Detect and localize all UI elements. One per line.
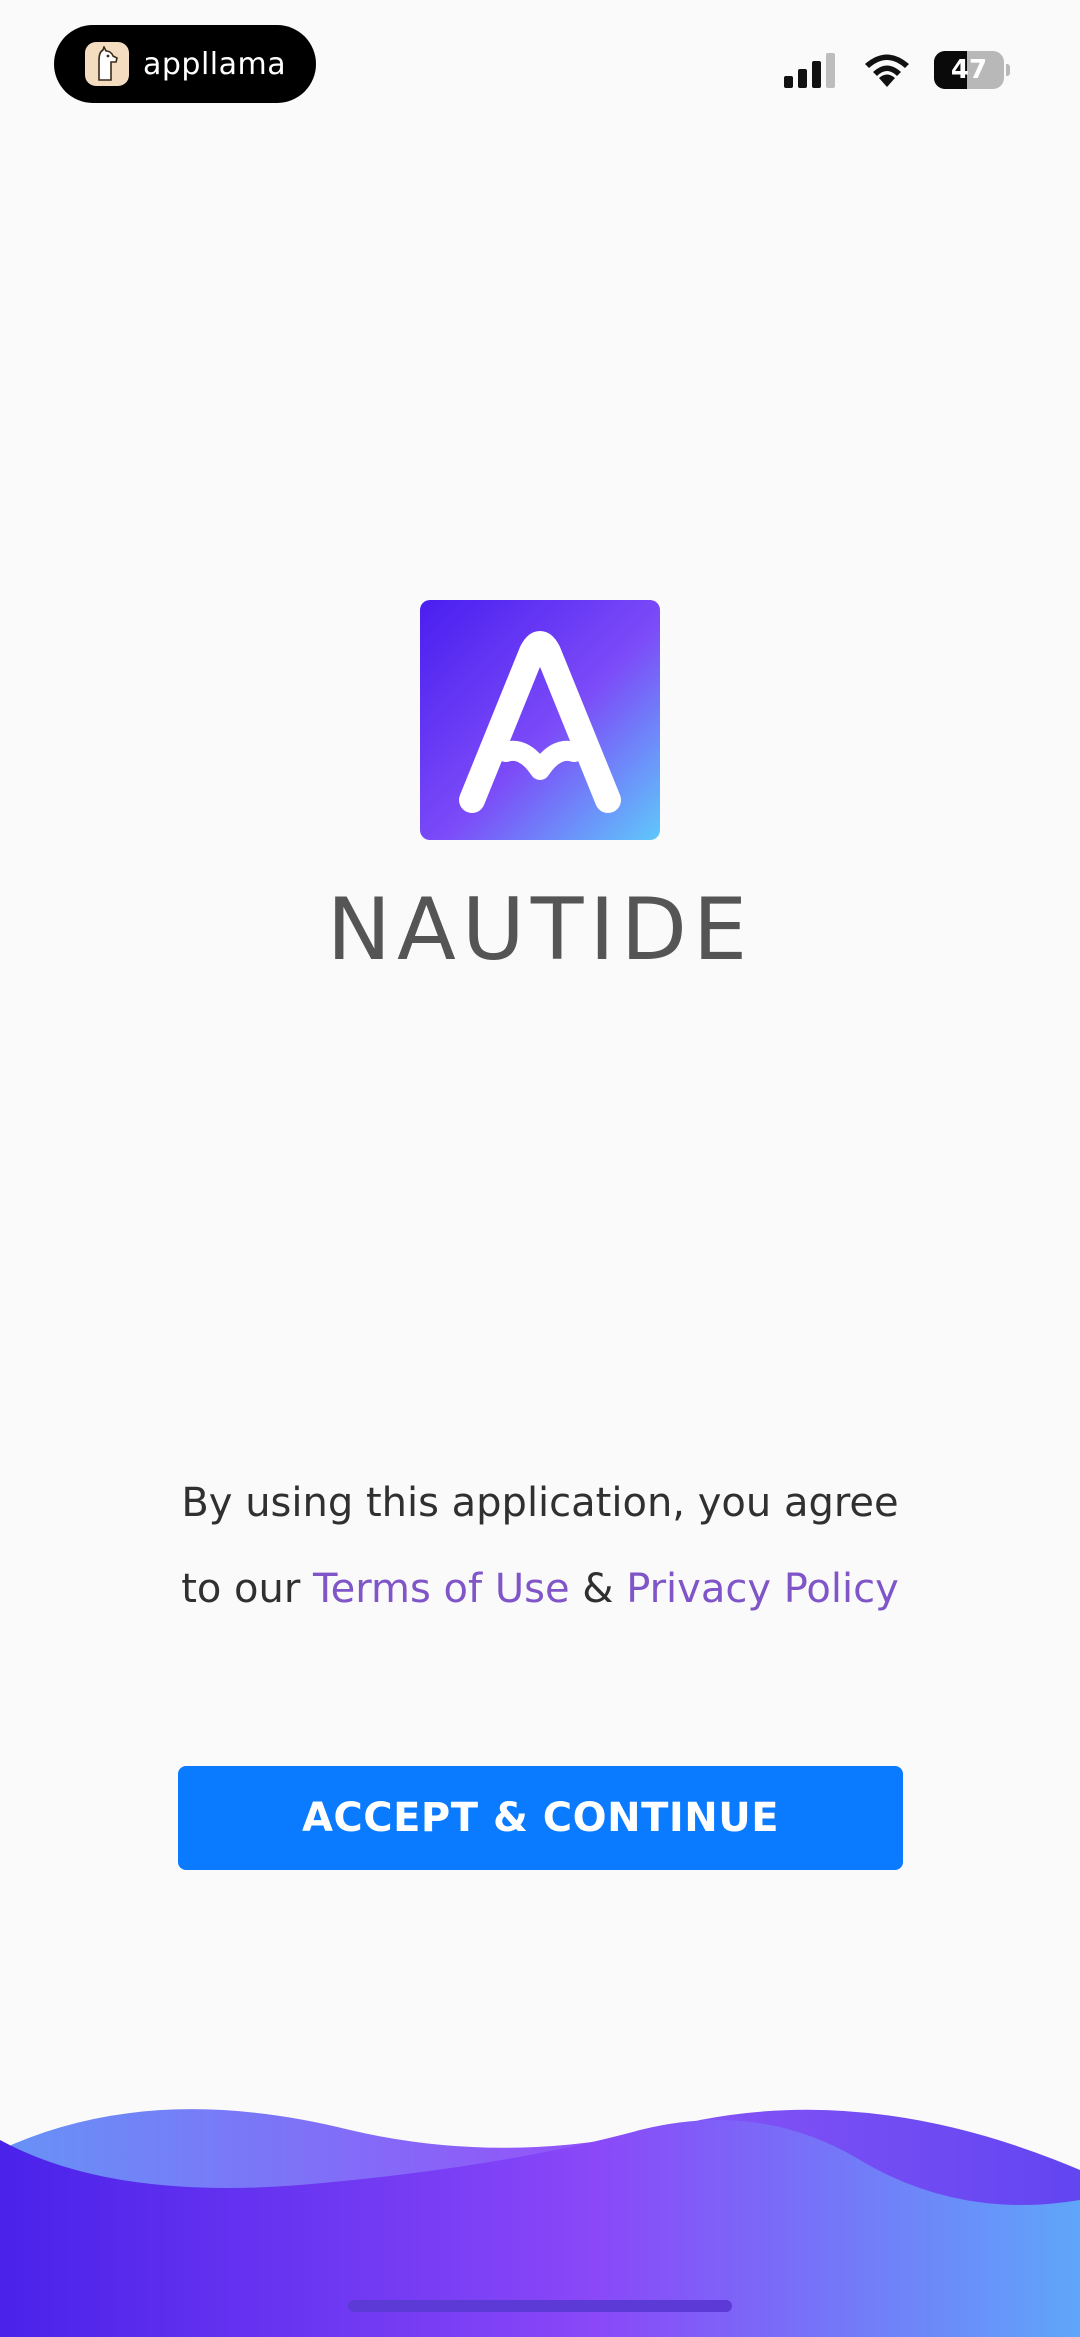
appllama-badge: appllama	[54, 25, 316, 103]
app-logo	[420, 600, 660, 840]
battery-icon: 47	[934, 51, 1010, 89]
wifi-icon	[865, 54, 909, 87]
battery-level: 47	[950, 55, 988, 85]
llama-icon	[85, 42, 129, 86]
appllama-label: appllama	[143, 46, 287, 82]
brand-name: NAUTIDE	[326, 880, 754, 980]
terms-of-use-link[interactable]: Terms of Use	[313, 1566, 570, 1612]
cellular-signal-icon	[784, 53, 835, 88]
agreement-line-2: to our Terms of Use & Privacy Policy	[100, 1546, 980, 1632]
agreement-text: By using this application, you agree to …	[100, 1460, 980, 1632]
status-icons: 47	[784, 48, 1010, 92]
nautide-a-logo-icon	[459, 631, 621, 813]
status-bar: appllama 47	[0, 0, 1080, 130]
home-indicator[interactable]	[348, 2300, 732, 2312]
agreement-separator: &	[569, 1566, 627, 1612]
agreement-line-1: By using this application, you agree	[181, 1480, 899, 1526]
privacy-policy-link[interactable]: Privacy Policy	[626, 1566, 899, 1612]
accept-continue-button[interactable]: ACCEPT & CONTINUE	[178, 1766, 903, 1870]
agreement-prefix: to our	[181, 1566, 314, 1612]
